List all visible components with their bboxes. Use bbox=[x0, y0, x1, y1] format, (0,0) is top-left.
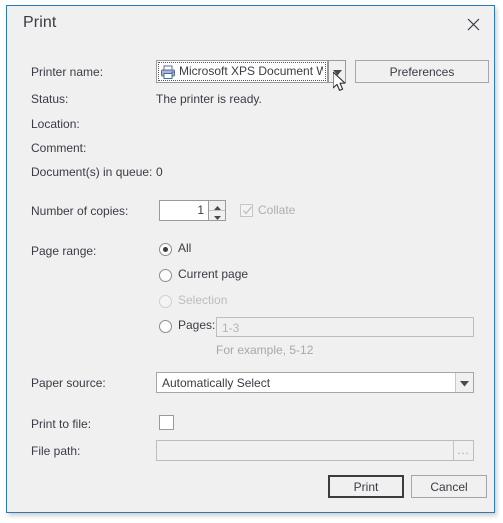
print-to-file-checkbox[interactable] bbox=[159, 415, 174, 430]
location-label: Location: bbox=[31, 117, 80, 131]
preferences-button-label: Preferences bbox=[389, 64, 455, 79]
printer-select-dropdown-button[interactable] bbox=[328, 60, 346, 83]
copies-input-value: 1 bbox=[197, 203, 204, 217]
radio-all bbox=[159, 243, 172, 256]
collate-checkbox[interactable] bbox=[240, 204, 253, 217]
print-button-label: Print bbox=[353, 479, 379, 494]
printer-name-label: Printer name: bbox=[31, 65, 104, 79]
preferences-button[interactable]: Preferences bbox=[355, 60, 489, 83]
pages-range-input[interactable]: 1-3 bbox=[216, 317, 474, 337]
radio-current-page bbox=[159, 269, 172, 282]
close-icon bbox=[467, 18, 480, 31]
printer-select-value: Microsoft XPS Document Wr... bbox=[179, 64, 323, 78]
print-dialog: Print Printer name: Microsoft XPS Docume… bbox=[6, 5, 495, 513]
radio-all-dot bbox=[163, 247, 168, 252]
paper-source-select-value: Automatically Select bbox=[162, 376, 271, 390]
paper-source-select[interactable]: Automatically Select bbox=[156, 372, 474, 393]
pages-range-hint: For example, 5-12 bbox=[216, 343, 314, 357]
page-range-label: Page range: bbox=[31, 244, 97, 258]
paper-source-label: Paper source: bbox=[31, 376, 106, 390]
file-path-input[interactable]: ... bbox=[156, 440, 474, 461]
copies-input[interactable]: 1 bbox=[159, 200, 209, 221]
page-range-option-pages-label: Pages: bbox=[178, 318, 216, 332]
comment-label: Comment: bbox=[31, 141, 87, 155]
spinner-down-icon bbox=[213, 209, 221, 223]
pages-range-input-placeholder: 1-3 bbox=[222, 321, 240, 335]
radio-selection bbox=[159, 295, 172, 308]
queue-value: 0 bbox=[156, 165, 163, 179]
status-label: Status: bbox=[31, 92, 69, 106]
radio-pages bbox=[159, 320, 172, 333]
copies-stepper[interactable] bbox=[209, 200, 226, 221]
printer-select[interactable]: Microsoft XPS Document Wr... bbox=[156, 60, 328, 83]
cancel-button-label: Cancel bbox=[430, 479, 468, 494]
copies-label: Number of copies: bbox=[31, 204, 129, 218]
copies-stepper-down[interactable] bbox=[209, 211, 225, 220]
print-to-file-label: Print to file: bbox=[31, 417, 92, 431]
cancel-button[interactable]: Cancel bbox=[411, 475, 487, 498]
status-value: The printer is ready. bbox=[156, 92, 262, 106]
paper-source-dropdown-button[interactable] bbox=[455, 373, 473, 392]
file-path-browse-button[interactable]: ... bbox=[453, 441, 473, 460]
dialog-titlebar: Print bbox=[7, 6, 494, 44]
page-range-option-selection-label: Selection bbox=[178, 293, 228, 307]
file-path-label: File path: bbox=[31, 444, 81, 458]
printer-icon bbox=[160, 64, 176, 80]
queue-label: Document(s) in queue: bbox=[31, 165, 153, 179]
page-range-option-all-label: All bbox=[178, 241, 192, 255]
chevron-down-icon bbox=[332, 65, 342, 79]
chevron-down-icon bbox=[460, 376, 469, 390]
page-range-option-current-page-label: Current page bbox=[178, 267, 249, 281]
close-button[interactable] bbox=[458, 11, 488, 37]
print-button[interactable]: Print bbox=[328, 475, 404, 498]
collate-label: Collate bbox=[258, 203, 296, 217]
dialog-title: Print bbox=[23, 14, 57, 31]
